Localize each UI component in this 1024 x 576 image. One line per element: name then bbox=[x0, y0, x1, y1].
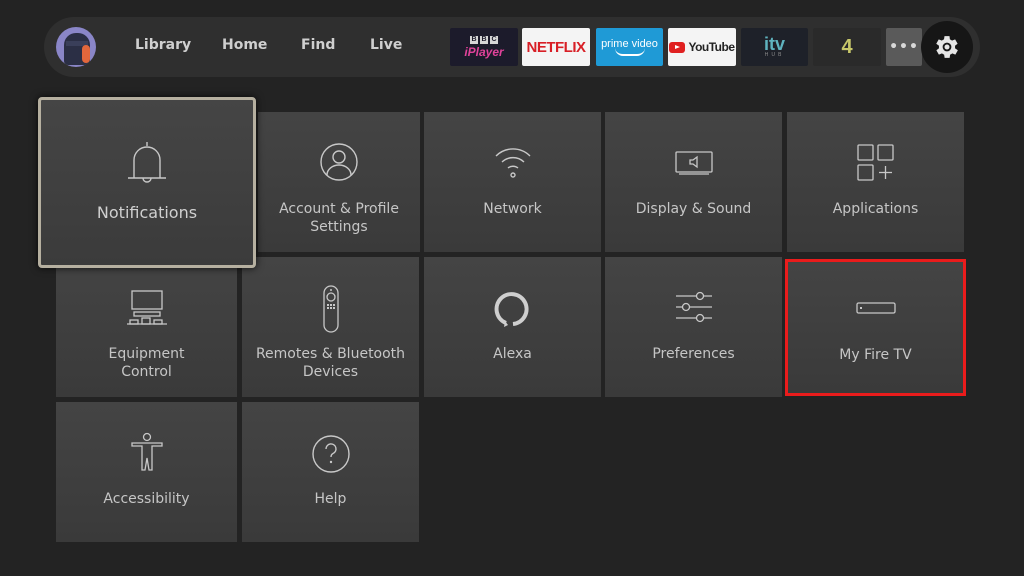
tile-label: Display & Sound bbox=[635, 201, 752, 217]
tile-help[interactable]: Help bbox=[242, 402, 419, 542]
tile-my-fire-tv[interactable]: My Fire TV bbox=[785, 259, 966, 396]
tile-label-line: Remotes & Bluetooth bbox=[255, 346, 406, 362]
tile-label-line: Equipment bbox=[108, 346, 185, 362]
bbc-block: C bbox=[490, 35, 498, 44]
tile-label: Help bbox=[314, 491, 347, 507]
tile-label: Network bbox=[483, 201, 542, 217]
avatar-accent bbox=[82, 45, 90, 63]
tile-label-line: Account & Profile bbox=[279, 201, 399, 217]
tile-equipment-control[interactable]: Equipment Control bbox=[56, 257, 237, 397]
youtube-play-icon bbox=[669, 41, 686, 53]
netflix-label: NETFLIX bbox=[526, 38, 587, 56]
app-itv-hub[interactable]: itv HUB bbox=[741, 28, 808, 66]
app-channel-4[interactable]: 4 bbox=[813, 28, 881, 66]
channel4-label: 4 bbox=[841, 35, 853, 58]
tile-label: Account & Profile Settings bbox=[258, 200, 420, 236]
tile-label: Notifications bbox=[96, 203, 198, 222]
nav-library[interactable]: Library bbox=[135, 37, 191, 53]
tile-display-sound[interactable]: Display & Sound bbox=[605, 112, 782, 252]
alexa-ring-icon bbox=[494, 292, 529, 327]
app-netflix[interactable]: NETFLIX bbox=[522, 28, 590, 66]
settings-button[interactable] bbox=[921, 21, 973, 73]
user-circle-icon bbox=[320, 143, 358, 181]
sliders-icon bbox=[675, 291, 712, 323]
fire-stick-icon bbox=[855, 302, 896, 314]
amazon-smile-icon bbox=[614, 48, 645, 56]
tile-alexa[interactable]: Alexa bbox=[424, 257, 601, 397]
tile-accessibility[interactable]: Accessibility bbox=[56, 402, 237, 542]
tile-account-profile-settings[interactable]: Account & Profile Settings bbox=[258, 112, 420, 252]
accessibility-icon bbox=[130, 432, 163, 471]
nav-home[interactable]: Home bbox=[222, 37, 267, 53]
tile-network[interactable]: Network bbox=[424, 112, 601, 252]
tile-remotes-bluetooth[interactable]: Remotes & Bluetooth Devices bbox=[242, 257, 419, 397]
bbc-block: B bbox=[470, 35, 478, 44]
youtube-label: YouTube bbox=[688, 40, 735, 54]
tile-label-line: Control bbox=[121, 364, 172, 380]
tile-label: Equipment Control bbox=[56, 345, 237, 381]
more-apps-button[interactable]: ••• bbox=[886, 28, 922, 66]
more-dots-icon: ••• bbox=[889, 39, 919, 55]
tv-sound-icon bbox=[674, 151, 713, 175]
profile-avatar[interactable] bbox=[56, 27, 96, 67]
gear-icon bbox=[936, 36, 958, 58]
app-bbc-iplayer[interactable]: B B C iPlayer bbox=[450, 28, 518, 66]
iplayer-label: iPlayer bbox=[464, 44, 504, 59]
itv-label: itv bbox=[763, 34, 785, 54]
nav-find[interactable]: Find bbox=[301, 37, 335, 53]
equipment-icon bbox=[126, 290, 167, 325]
tile-label: Accessibility bbox=[103, 491, 190, 507]
tile-preferences[interactable]: Preferences bbox=[605, 257, 782, 397]
apps-grid-icon bbox=[856, 144, 894, 181]
bbc-logo: B B C bbox=[470, 35, 498, 44]
nav-live[interactable]: Live bbox=[370, 37, 402, 53]
bell-icon bbox=[128, 142, 166, 183]
wifi-icon bbox=[495, 148, 530, 178]
tile-label: My Fire TV bbox=[839, 347, 912, 363]
app-youtube[interactable]: YouTube bbox=[668, 28, 736, 66]
tile-label: Alexa bbox=[493, 346, 532, 362]
tile-label: Preferences bbox=[652, 346, 735, 362]
remote-icon bbox=[322, 285, 339, 333]
app-prime-video[interactable]: prime video bbox=[596, 28, 663, 66]
tile-label: Remotes & Bluetooth Devices bbox=[242, 345, 419, 381]
help-circle-icon bbox=[311, 435, 350, 473]
tile-label-line: Devices bbox=[302, 364, 359, 380]
bbc-block: B bbox=[480, 35, 488, 44]
itv-hub-label: HUB bbox=[764, 52, 785, 58]
tile-label: Applications bbox=[832, 201, 919, 217]
tile-label-line: Settings bbox=[310, 219, 368, 235]
tile-applications[interactable]: Applications bbox=[787, 112, 964, 252]
tile-notifications[interactable]: Notifications bbox=[38, 97, 256, 268]
